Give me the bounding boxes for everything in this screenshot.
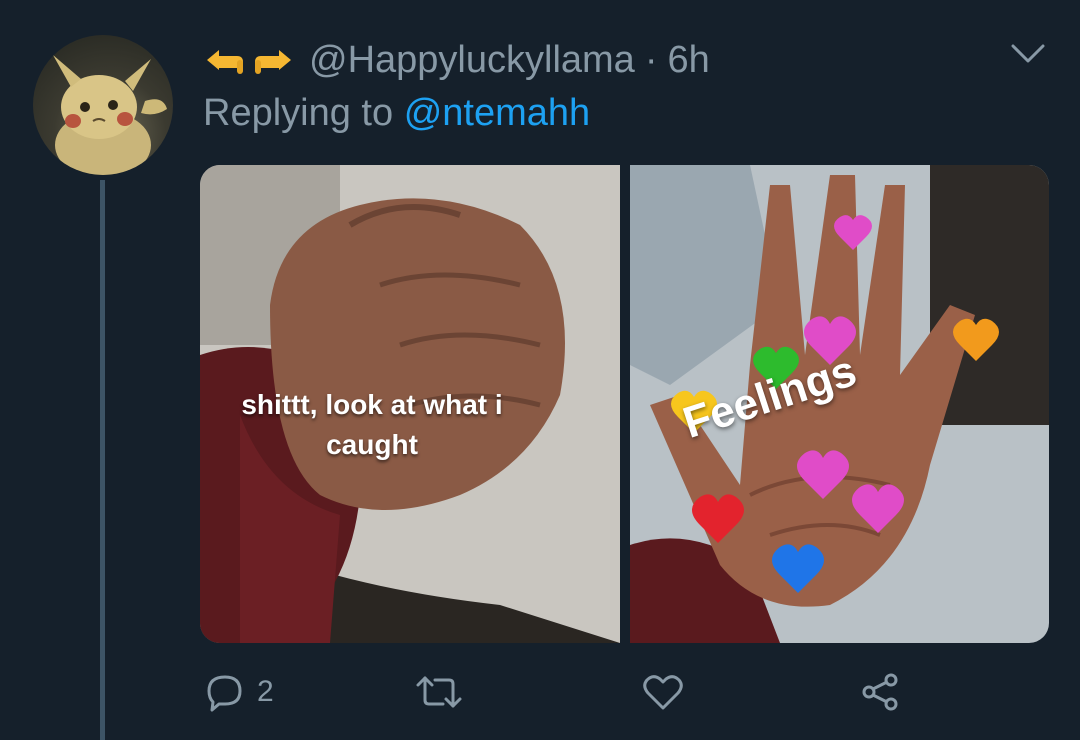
reply-count: 2 [257, 675, 274, 708]
reply-button[interactable]: 2 [205, 672, 274, 712]
heart-icon [643, 675, 683, 710]
pikachu-avatar-icon [53, 55, 167, 175]
tweet-header: @Happyluckyllama · 6h [203, 32, 710, 88]
left-caption: shittt, look at what i caught [241, 389, 503, 460]
media-image-left[interactable]: shittt, look at what i caught [200, 165, 620, 643]
chevron-down-icon[interactable] [1010, 42, 1046, 66]
pointing-hands-emoji-icon [207, 50, 291, 74]
reply-icon [207, 675, 242, 712]
reply-mention-link[interactable]: @ntemahh [404, 92, 590, 134]
avatar[interactable] [33, 35, 173, 175]
thread-line [100, 180, 105, 740]
separator-dot: · [644, 38, 658, 81]
like-button[interactable] [642, 672, 684, 712]
tweet-time[interactable]: 6h [667, 39, 709, 82]
share-icon [862, 673, 898, 711]
media-image-right[interactable]: Feelings [629, 165, 1050, 643]
replying-to: Replying to @ntemahh [203, 92, 590, 135]
share-button[interactable] [860, 672, 902, 712]
tweet-actions: 2 [205, 672, 925, 722]
user-handle[interactable]: @Happyluckyllama [309, 39, 635, 82]
retweet-button[interactable] [415, 672, 463, 712]
media-grid: shittt, look at what i caught Feelings [200, 165, 1049, 643]
retweet-icon [416, 676, 462, 708]
replying-prefix: Replying to [203, 92, 394, 134]
